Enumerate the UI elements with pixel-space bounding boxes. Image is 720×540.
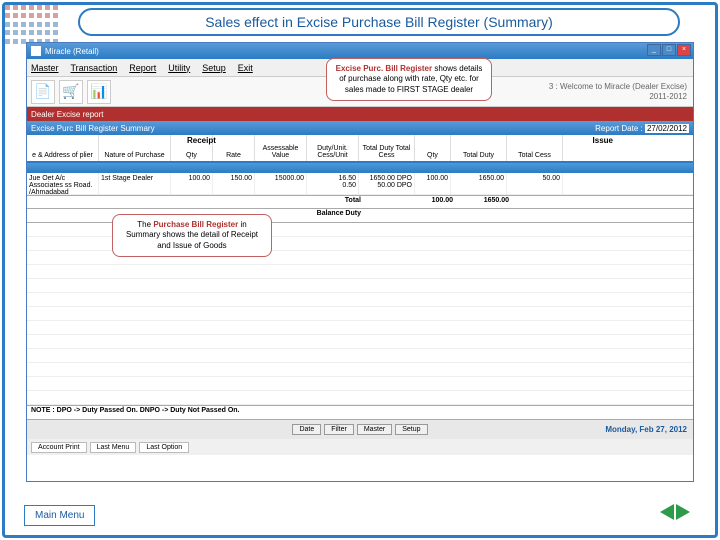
toolbar-btn-1[interactable]: 📄 (31, 80, 55, 104)
grid-body: Jue Oet A/c Associates ss Road. /Ahmadab… (27, 173, 693, 405)
col-nature: Nature of Purchase (99, 135, 171, 161)
slide-title: Sales effect in Excise Purchase Bill Reg… (78, 8, 680, 36)
col-issue-qty: Qty (415, 135, 451, 161)
toolbar-btn-3[interactable]: 📊 (87, 80, 111, 104)
next-arrow-icon[interactable] (676, 504, 690, 520)
separator (27, 163, 693, 173)
date-button[interactable]: Date (292, 424, 321, 435)
maximize-button[interactable]: □ (662, 44, 676, 56)
close-button[interactable]: × (677, 44, 691, 56)
col-assess: Assessable Value (255, 135, 307, 161)
nav-arrows (660, 504, 690, 520)
decorative-dots (5, 5, 59, 45)
section-issue: Issue (593, 136, 613, 145)
menu-report[interactable]: Report (129, 63, 156, 73)
menu-transaction[interactable]: Transaction (71, 63, 118, 73)
current-date: Monday, Feb 27, 2012 (605, 425, 687, 434)
master-button[interactable]: Master (357, 424, 392, 435)
report-strip: Dealer Excise report (27, 107, 693, 121)
col-total-duty: Total Duty Total Cess (359, 135, 415, 161)
filter-button[interactable]: Filter (324, 424, 354, 435)
last-menu-button[interactable]: Last Menu (90, 442, 137, 453)
prev-arrow-icon[interactable] (660, 504, 674, 520)
menu-master[interactable]: Master (31, 63, 59, 73)
company-info: 3 : Welcome to Miracle (Dealer Excise) 2… (549, 82, 687, 101)
button-bar: Date Filter Master Setup Monday, Feb 27,… (27, 419, 693, 439)
app-window: Miracle (Retail) _ □ × Master Transactio… (26, 42, 694, 482)
callout-top: Excise Purc. Bill Register shows details… (326, 58, 492, 101)
minimize-button[interactable]: _ (647, 44, 661, 56)
last-option-button[interactable]: Last Option (139, 442, 189, 453)
menu-setup[interactable]: Setup (202, 63, 226, 73)
note-bar: NOTE : DPO -> Duty Passed On. DNPO -> Du… (27, 405, 693, 419)
account-print-button[interactable]: Account Print (31, 442, 87, 453)
col-issue-cess: Total Cess (507, 135, 563, 161)
main-menu-button[interactable]: Main Menu (24, 505, 95, 526)
setup-button[interactable]: Setup (395, 424, 427, 435)
window-titlebar: Miracle (Retail) _ □ × (27, 43, 693, 59)
menu-utility[interactable]: Utility (168, 63, 190, 73)
col-rate: Rate (213, 135, 255, 161)
col-issue-duty: Total Duty (451, 135, 507, 161)
sub-window-title: Excise Purc Bill Register Summary Report… (27, 121, 693, 135)
callout-left: The Purchase Bill Register in Summary sh… (112, 214, 272, 257)
col-duty-unit: Duty/Unit. Cess/Unit (307, 135, 359, 161)
total-row: Total 100.00 1650.00 (27, 195, 693, 209)
toolbar-btn-2[interactable]: 🛒 (59, 80, 83, 104)
col-name: e & Address of plier (27, 135, 99, 161)
menu-exit[interactable]: Exit (238, 63, 253, 73)
window-title-text: Miracle (Retail) (45, 47, 99, 56)
table-row: Jue Oet A/c Associates ss Road. /Ahmadab… (27, 173, 693, 195)
bottom-bar: Account Print Last Menu Last Option (27, 439, 693, 455)
section-receipt: Receipt (187, 136, 216, 145)
app-icon (31, 46, 41, 56)
